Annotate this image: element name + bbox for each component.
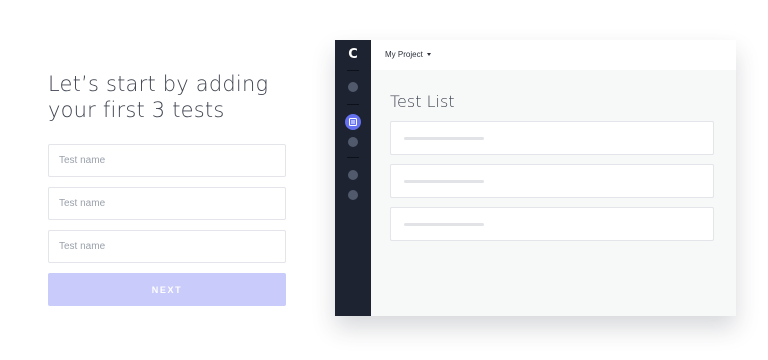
placeholder-line [404, 137, 484, 140]
onboarding-heading: Let’s start by adding your first 3 tests [48, 71, 286, 123]
sidebar-rail: C [335, 40, 371, 316]
caret-down-icon [426, 53, 431, 56]
project-selector[interactable]: My Project [385, 50, 431, 59]
app-logo: C [348, 47, 358, 62]
test-name-input-3[interactable] [48, 230, 286, 263]
test-list-title: Test List [390, 92, 455, 111]
next-button[interactable]: NEXT [48, 273, 286, 306]
list-icon [349, 118, 357, 126]
app-topbar: My Project [371, 40, 736, 70]
sidebar-divider [347, 70, 359, 71]
sidebar-divider [347, 104, 359, 105]
test-name-input-2[interactable] [48, 187, 286, 220]
sidebar-nav-icon-4[interactable] [348, 190, 358, 200]
sidebar-divider [347, 157, 359, 158]
app-preview: C My Project Test List [335, 40, 736, 316]
heading-line-2: your first 3 tests [48, 98, 225, 122]
test-name-fields [48, 144, 286, 263]
onboarding-form: Let’s start by adding your first 3 tests … [48, 71, 286, 306]
test-list-item[interactable] [390, 207, 714, 241]
test-name-input-1[interactable] [48, 144, 286, 177]
project-name: My Project [385, 50, 423, 59]
heading-line-1: Let’s start by adding [48, 72, 269, 96]
sidebar-nav-icon-3[interactable] [348, 170, 358, 180]
placeholder-line [404, 180, 484, 183]
test-list-item[interactable] [390, 164, 714, 198]
test-list-item[interactable] [390, 121, 714, 155]
sidebar-nav-icon-1[interactable] [348, 82, 358, 92]
sidebar-item-test-list[interactable] [345, 114, 361, 130]
sidebar-nav-icon-2[interactable] [348, 137, 358, 147]
placeholder-line [404, 223, 484, 226]
